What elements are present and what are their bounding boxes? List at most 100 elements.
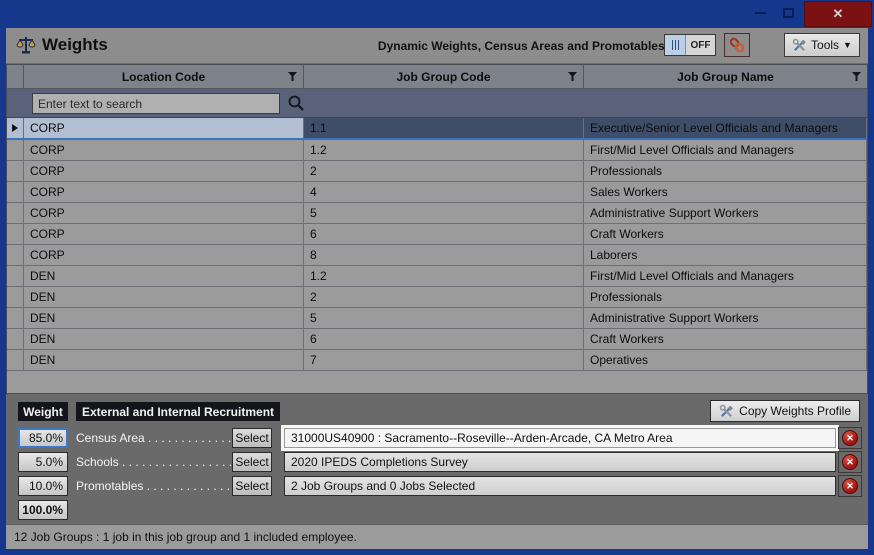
cell-location-code[interactable]: CORP <box>24 140 304 160</box>
cell-location-code[interactable]: CORP <box>24 245 304 265</box>
status-text: 12 Job Groups : 1 job in this job group … <box>14 530 357 544</box>
weights-panel-row: 85.0% Census Area . . . . . . . . . . . .… <box>6 427 868 449</box>
grid-search-row <box>7 89 867 118</box>
row-indicator <box>7 224 24 244</box>
cell-job-group-name[interactable]: First/Mid Level Officials and Managers <box>584 140 867 160</box>
delete-icon: ✕ <box>842 430 858 446</box>
clear-selection-button[interactable]: ✕ <box>838 451 862 473</box>
cell-job-group-name[interactable]: Craft Workers <box>584 329 867 349</box>
weights-scale-icon <box>16 37 36 54</box>
tools-button[interactable]: Tools ▼ <box>784 33 860 57</box>
cell-job-group-code[interactable]: 8 <box>304 245 584 265</box>
clear-selection-button[interactable]: ✕ <box>838 427 862 449</box>
weight-input[interactable]: 10.0% <box>18 476 68 496</box>
cell-job-group-code[interactable]: 5 <box>304 308 584 328</box>
table-row[interactable]: CORP 5 Administrative Support Workers <box>7 203 867 224</box>
weight-input[interactable]: 85.0% <box>18 428 68 448</box>
clear-selection-button[interactable]: ✕ <box>838 475 862 497</box>
cell-job-group-code[interactable]: 4 <box>304 182 584 202</box>
table-row[interactable]: DEN 2 Professionals <box>7 287 867 308</box>
minimize-button[interactable] <box>746 0 774 26</box>
selection-value-field[interactable]: 2 Job Groups and 0 Jobs Selected <box>284 476 836 496</box>
cell-job-group-code[interactable]: 1.2 <box>304 266 584 286</box>
cell-location-code[interactable]: CORP <box>24 182 304 202</box>
row-indicator <box>7 182 24 202</box>
cell-job-group-name[interactable]: Sales Workers <box>584 182 867 202</box>
cell-job-group-name[interactable]: Executive/Senior Level Officials and Man… <box>584 118 867 138</box>
table-row[interactable]: DEN 7 Operatives <box>7 350 867 371</box>
cell-job-group-name[interactable]: First/Mid Level Officials and Managers <box>584 266 867 286</box>
table-row[interactable]: CORP 2 Professionals <box>7 161 867 182</box>
select-button[interactable]: Select <box>232 476 272 496</box>
selection-value-field[interactable]: 31000US40900 : Sacramento--Roseville--Ar… <box>284 428 836 448</box>
cell-job-group-name[interactable]: Administrative Support Workers <box>584 203 867 223</box>
search-icon[interactable] <box>287 94 305 112</box>
row-indicator <box>7 329 24 349</box>
cell-location-code[interactable]: CORP <box>24 203 304 223</box>
tools-label: Tools <box>811 38 840 52</box>
row-indicator <box>7 161 24 181</box>
maximize-button[interactable] <box>774 0 802 26</box>
copy-weights-profile-label: Copy Weights Profile <box>739 404 851 418</box>
column-header-job-group-code[interactable]: Job Group Code <box>304 65 584 88</box>
chevron-down-icon: ▼ <box>843 40 852 50</box>
cell-location-code[interactable]: CORP <box>24 161 304 181</box>
weights-window: ✕ Weights Dynamic Weights, Census Areas … <box>0 0 874 555</box>
delete-icon: ✕ <box>842 478 858 494</box>
table-row[interactable]: CORP 1.1 Executive/Senior Level Officials … <box>7 118 867 140</box>
cell-job-group-name[interactable]: Laborers <box>584 245 867 265</box>
cell-job-group-code[interactable]: 7 <box>304 350 584 370</box>
cell-location-code[interactable]: DEN <box>24 308 304 328</box>
search-input[interactable] <box>32 93 280 114</box>
total-weight-value: 100.0% <box>18 500 68 520</box>
table-row[interactable]: CORP 4 Sales Workers <box>7 182 867 203</box>
cell-job-group-code[interactable]: 5 <box>304 203 584 223</box>
cell-job-group-name[interactable]: Craft Workers <box>584 224 867 244</box>
delete-icon: ✕ <box>842 454 858 470</box>
cell-job-group-name[interactable]: Professionals <box>584 287 867 307</box>
dynamic-weights-label: Dynamic Weights, Census Areas and Promot… <box>377 39 672 53</box>
column-header-job-group-name[interactable]: Job Group Name <box>584 65 867 88</box>
table-row[interactable]: CORP 8 Laborers <box>7 245 867 266</box>
link-button[interactable] <box>724 33 750 57</box>
table-row[interactable]: DEN 5 Administrative Support Workers <box>7 308 867 329</box>
row-indicator <box>7 245 24 265</box>
cell-location-code[interactable]: CORP <box>24 224 304 244</box>
cell-job-group-code[interactable]: 2 <box>304 161 584 181</box>
table-row[interactable]: CORP 6 Craft Workers <box>7 224 867 245</box>
cell-location-code[interactable]: DEN <box>24 329 304 349</box>
row-indicator <box>7 308 24 328</box>
cell-job-group-name[interactable]: Professionals <box>584 161 867 181</box>
cell-location-code[interactable]: DEN <box>24 266 304 286</box>
cell-location-code[interactable]: DEN <box>24 287 304 307</box>
filter-icon[interactable] <box>852 72 861 81</box>
close-icon: ✕ <box>832 6 844 21</box>
row-label: Schools . . . . . . . . . . . . . . . . … <box>76 455 249 469</box>
cell-job-group-code[interactable]: 6 <box>304 329 584 349</box>
select-button[interactable]: Select <box>232 452 272 472</box>
column-header-location-code[interactable]: Location Code <box>24 65 304 88</box>
select-button[interactable]: Select <box>232 428 272 448</box>
copy-weights-profile-button[interactable]: Copy Weights Profile <box>710 400 860 422</box>
dynamic-weights-toggle[interactable]: OFF <box>664 34 716 56</box>
cell-location-code[interactable]: CORP <box>24 118 304 138</box>
table-row[interactable]: DEN 1.2 First/Mid Level Officials and Mana… <box>7 266 867 287</box>
weight-input[interactable]: 5.0% <box>18 452 68 472</box>
cell-job-group-code[interactable]: 1.1 <box>304 118 584 138</box>
recruitment-header: External and Internal Recruitment <box>76 402 280 421</box>
row-indicator <box>7 287 24 307</box>
table-row[interactable]: DEN 6 Craft Workers <box>7 329 867 350</box>
cell-job-group-code[interactable]: 1.2 <box>304 140 584 160</box>
cell-job-group-name[interactable]: Administrative Support Workers <box>584 308 867 328</box>
row-indicator <box>7 266 24 286</box>
table-row[interactable]: CORP 1.2 First/Mid Level Officials and Man… <box>7 140 867 161</box>
cell-job-group-code[interactable]: 2 <box>304 287 584 307</box>
selection-value-field[interactable]: 2020 IPEDS Completions Survey <box>284 452 836 472</box>
close-button[interactable]: ✕ <box>804 1 872 27</box>
cell-job-group-name[interactable]: Operatives <box>584 350 867 370</box>
filter-icon[interactable] <box>568 72 577 81</box>
cell-job-group-code[interactable]: 6 <box>304 224 584 244</box>
filter-icon[interactable] <box>288 72 297 81</box>
window-header: Weights Dynamic Weights, Census Areas an… <box>6 28 868 64</box>
cell-location-code[interactable]: DEN <box>24 350 304 370</box>
